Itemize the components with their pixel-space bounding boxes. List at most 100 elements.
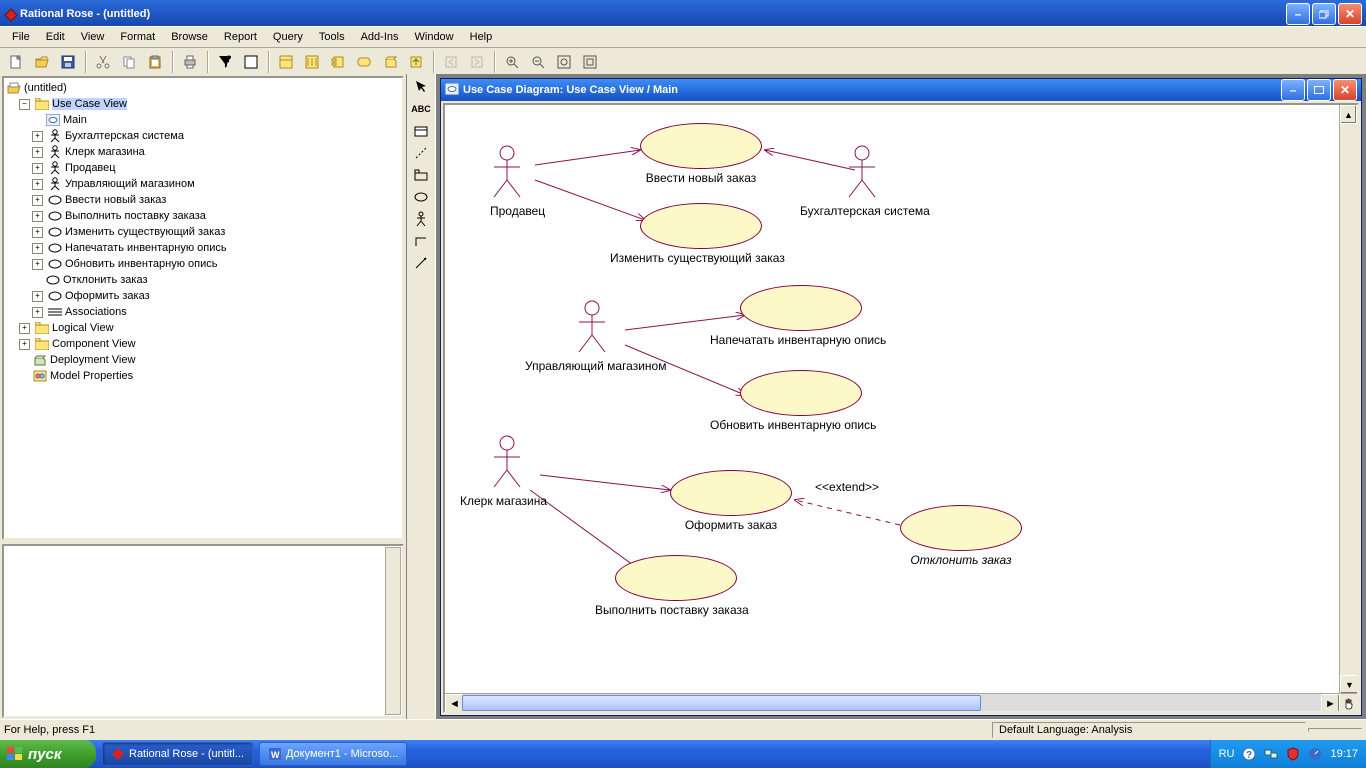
- expand-icon[interactable]: +: [32, 243, 43, 254]
- tree-item[interactable]: +Клерк магазина: [6, 144, 400, 160]
- usecase-update-inventory[interactable]: Обновить инвентарную опись: [740, 370, 876, 432]
- tray-shield-icon[interactable]: [1286, 747, 1300, 761]
- menu-view[interactable]: View: [73, 29, 113, 45]
- clock[interactable]: 19:17: [1330, 748, 1358, 760]
- browse-parent-button[interactable]: [404, 50, 428, 74]
- expand-icon[interactable]: +: [32, 163, 43, 174]
- note-tool[interactable]: [411, 122, 431, 140]
- tree-root[interactable]: (untitled): [6, 80, 400, 96]
- browse-class-button[interactable]: [274, 50, 298, 74]
- expand-icon[interactable]: +: [32, 147, 43, 158]
- package-tool[interactable]: [411, 166, 431, 184]
- menu-addins[interactable]: Add-Ins: [353, 29, 407, 45]
- tray-prog-icon[interactable]: [1308, 747, 1322, 761]
- menu-format[interactable]: Format: [112, 29, 163, 45]
- tree-deployment-view[interactable]: Deployment View: [6, 352, 400, 368]
- close-button[interactable]: ✕: [1338, 3, 1362, 25]
- taskbar-task-word[interactable]: W Документ1 - Microso...: [259, 742, 407, 766]
- taskbar-task-rose[interactable]: Rational Rose - (untitl...: [102, 742, 253, 766]
- print-button[interactable]: [178, 50, 202, 74]
- paste-button[interactable]: [143, 50, 167, 74]
- tree-logical-view[interactable]: + Logical View: [6, 320, 400, 336]
- dependency-tool[interactable]: [411, 254, 431, 272]
- tree-usecase-view[interactable]: − Use Case View: [6, 96, 400, 112]
- undo-fit-button[interactable]: [578, 50, 602, 74]
- save-button[interactable]: [56, 50, 80, 74]
- usecase-tool[interactable]: [411, 188, 431, 206]
- text-tool[interactable]: ABC: [411, 100, 431, 118]
- vertical-scrollbar[interactable]: ▲ ▼: [1339, 105, 1357, 694]
- tree-item[interactable]: +Associations: [6, 304, 400, 320]
- browse-state-button[interactable]: [352, 50, 376, 74]
- browse-deployment-button[interactable]: [378, 50, 402, 74]
- diagram-titlebar[interactable]: Use Case Diagram: Use Case View / Main –…: [441, 79, 1361, 101]
- browse-prev-button[interactable]: [439, 50, 463, 74]
- context-help-button[interactable]: ?: [213, 50, 237, 74]
- tree-model-properties[interactable]: Model Properties: [6, 368, 400, 384]
- copy-button[interactable]: [117, 50, 141, 74]
- menu-edit[interactable]: Edit: [38, 29, 73, 45]
- scroll-right-icon[interactable]: ►: [1321, 694, 1340, 713]
- menu-window[interactable]: Window: [407, 29, 462, 45]
- tree-item[interactable]: +Оформить заказ: [6, 288, 400, 304]
- browse-next-button[interactable]: [465, 50, 489, 74]
- mdi-minimize-button[interactable]: –: [1281, 79, 1305, 101]
- expand-icon[interactable]: +: [32, 195, 43, 206]
- tree-item[interactable]: Main: [6, 112, 400, 128]
- collapse-icon[interactable]: −: [19, 99, 30, 110]
- usecase-deliver-order[interactable]: Выполнить поставку заказа: [615, 555, 749, 617]
- tree-item[interactable]: Отклонить заказ: [6, 272, 400, 288]
- zoom-out-button[interactable]: [526, 50, 550, 74]
- tree-item[interactable]: +Выполнить поставку заказа: [6, 208, 400, 224]
- anchor-note-tool[interactable]: [411, 144, 431, 162]
- menu-help[interactable]: Help: [462, 29, 501, 45]
- menu-file[interactable]: File: [4, 29, 38, 45]
- menu-tools[interactable]: Tools: [311, 29, 353, 45]
- new-button[interactable]: [4, 50, 28, 74]
- language-indicator[interactable]: RU: [1219, 748, 1235, 760]
- mdi-maximize-button[interactable]: [1307, 79, 1331, 101]
- expand-icon[interactable]: +: [19, 323, 30, 334]
- expand-icon[interactable]: +: [32, 259, 43, 270]
- fit-window-button[interactable]: [552, 50, 576, 74]
- actor-seller[interactable]: Продавец: [490, 145, 545, 218]
- menu-browse[interactable]: Browse: [163, 29, 216, 45]
- diagram-canvas[interactable]: Оформить --> Продавец Бухгалтерская сист…: [445, 105, 1340, 694]
- association-tool[interactable]: [411, 232, 431, 250]
- horizontal-scrollbar[interactable]: ◄ ►: [445, 693, 1357, 711]
- pan-hand-icon[interactable]: [1340, 694, 1357, 711]
- start-button[interactable]: пуск: [0, 740, 96, 768]
- mdi-close-button[interactable]: ✕: [1333, 79, 1357, 101]
- expand-icon[interactable]: +: [32, 307, 43, 318]
- usecase-print-inventory[interactable]: Напечатать инвентарную опись: [740, 285, 886, 347]
- expand-icon[interactable]: +: [32, 179, 43, 190]
- tree-item[interactable]: +Обновить инвентарную опись: [6, 256, 400, 272]
- menu-report[interactable]: Report: [216, 29, 265, 45]
- scroll-down-icon[interactable]: ▼: [1340, 675, 1359, 694]
- pointer-tool[interactable]: [411, 78, 431, 96]
- expand-icon[interactable]: +: [19, 339, 30, 350]
- browse-component-button[interactable]: [326, 50, 350, 74]
- actor-manager[interactable]: Управляющий магазином: [575, 300, 666, 373]
- tree-component-view[interactable]: + Component View: [6, 336, 400, 352]
- expand-icon[interactable]: +: [32, 227, 43, 238]
- model-tree[interactable]: (untitled) − Use Case View Main+Бухгалте…: [2, 76, 404, 540]
- tree-item[interactable]: +Управляющий магазином: [6, 176, 400, 192]
- actor-accounting[interactable]: Бухгалтерская система: [845, 145, 930, 218]
- tray-help-icon[interactable]: ?: [1242, 747, 1256, 761]
- usecase-change-order[interactable]: Изменить существующий заказ: [640, 203, 785, 265]
- usecase-reject-order[interactable]: Отклонить заказ: [900, 505, 1022, 567]
- tree-item[interactable]: +Ввести новый заказ: [6, 192, 400, 208]
- tree-item[interactable]: +Бухгалтерская система: [6, 128, 400, 144]
- expand-icon[interactable]: +: [32, 291, 43, 302]
- documentation-pane[interactable]: [2, 544, 404, 718]
- actor-clerk[interactable]: Клерк магазина: [490, 435, 547, 508]
- open-button[interactable]: [30, 50, 54, 74]
- view-docs-button[interactable]: [239, 50, 263, 74]
- tray-network-icon[interactable]: [1264, 747, 1278, 761]
- scroll-thumb[interactable]: [462, 695, 981, 711]
- menu-query[interactable]: Query: [265, 29, 311, 45]
- tree-item[interactable]: +Продавец: [6, 160, 400, 176]
- tree-item[interactable]: +Напечатать инвентарную опись: [6, 240, 400, 256]
- expand-icon[interactable]: +: [32, 211, 43, 222]
